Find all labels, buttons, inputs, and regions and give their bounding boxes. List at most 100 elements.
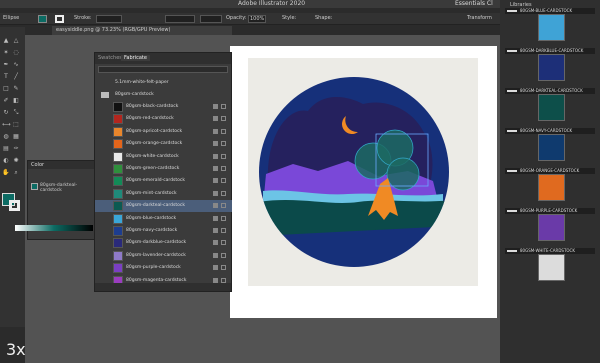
swatch-chip[interactable] — [113, 201, 123, 212]
global-swatch-icon — [213, 141, 218, 147]
swatch-row[interactable]: 80gsm-darkteal-cardstock — [95, 200, 232, 213]
process-color-icon — [221, 128, 226, 134]
current-color-chip[interactable] — [31, 183, 38, 190]
swatch-row[interactable]: 80gsm-apricot-cardstock — [95, 126, 232, 138]
tab-fabricate[interactable]: Fabricate — [121, 55, 150, 61]
tab-swatches[interactable]: Swatches — [98, 55, 122, 61]
scale-tool-icon[interactable]: ⤡ — [12, 109, 20, 116]
swatch-chip[interactable] — [113, 188, 123, 199]
swatch-chip[interactable] — [113, 102, 123, 112]
eyedropper-tool-icon[interactable]: ✑ — [12, 145, 20, 152]
swatch-chip[interactable] — [113, 226, 123, 236]
swatch-row[interactable]: 80gsm-black-cardstock — [95, 101, 232, 113]
color-spectrum-ramp[interactable] — [15, 225, 93, 231]
shape-builder-tool-icon[interactable]: ◍ — [2, 133, 10, 140]
library-item-thumbnail[interactable] — [538, 214, 565, 241]
swatch-chip[interactable] — [113, 238, 123, 249]
symbol-sprayer-tool-icon[interactable]: ✺ — [12, 157, 20, 164]
stroke-color-box[interactable] — [9, 200, 20, 211]
global-swatch-icon — [213, 178, 218, 184]
library-item-thumbnail[interactable] — [538, 54, 565, 81]
swatch-row[interactable]: 80gsm-emerald-cardstock — [95, 175, 232, 187]
global-swatch-icon — [213, 252, 218, 258]
line-tool-icon[interactable]: ╱ — [12, 73, 20, 80]
stroke-weight-field[interactable] — [96, 15, 122, 23]
library-item[interactable]: 80GSM-BLUE-CARDSTOCK — [505, 8, 595, 41]
process-color-icon — [221, 116, 226, 122]
process-color-icon — [221, 277, 226, 283]
transform-link[interactable]: Transform — [467, 15, 492, 21]
library-item[interactable]: 80GSM-PURPLE-CARDSTOCK — [505, 208, 595, 241]
global-swatch-icon — [213, 116, 218, 122]
swatch-row[interactable]: 80gsm-orange-cardstock — [95, 138, 232, 150]
library-item[interactable]: 80GSM-NAVY-CARDSTOCK — [505, 128, 595, 161]
swatch-group-felt[interactable]: 5.1mm-white-felt-paper — [95, 77, 232, 89]
brush-definition[interactable] — [200, 15, 222, 23]
library-item[interactable]: 80GSM-DARKTEAL-CARDSTOCK — [505, 88, 595, 121]
library-item-thumbnail[interactable] — [538, 94, 565, 121]
opacity-field[interactable]: 100% — [248, 15, 266, 23]
magic-wand-tool-icon[interactable]: ✶ — [2, 49, 10, 56]
global-swatch-icon — [213, 277, 218, 283]
width-tool-icon[interactable]: ⟷ — [2, 121, 11, 128]
swatch-row[interactable]: 80gsm-purple-cardstock — [95, 262, 232, 274]
lasso-tool-icon[interactable]: ◌ — [12, 49, 20, 56]
swatch-row[interactable]: 80gsm-blue-cardstock — [95, 213, 232, 225]
swatch-chip[interactable] — [113, 250, 123, 261]
swatch-chip[interactable] — [113, 139, 123, 150]
free-transform-tool-icon[interactable]: ⬚ — [12, 121, 20, 128]
perspective-grid-tool-icon[interactable]: ▦ — [12, 133, 20, 140]
swatch-folder[interactable]: 80gsm-cardstock — [95, 89, 232, 101]
type-tool-icon[interactable]: T — [2, 73, 10, 80]
eraser-tool-icon[interactable]: ◧ — [12, 97, 20, 104]
library-item[interactable]: 80GSM-WHITE-CARDSTOCK — [505, 248, 595, 281]
swatch-chip[interactable] — [113, 263, 123, 274]
document-tab[interactable]: easysiddle.png @ 73.23% (RGB/GPU Preview… — [52, 26, 232, 35]
variable-width-profile[interactable] — [165, 15, 195, 23]
swatch-chip[interactable] — [113, 176, 123, 187]
swatch-chip[interactable] — [113, 151, 123, 162]
selection-tool-icon[interactable]: ▲ — [2, 37, 10, 44]
swatch-chip[interactable] — [113, 126, 123, 137]
circle-illustration[interactable] — [248, 76, 460, 268]
swatch-row[interactable]: 80gsm-white-cardstock — [95, 151, 232, 163]
swatch-row[interactable]: 80gsm-green-cardstock — [95, 163, 232, 175]
library-item-label: 80GSM-WHITE-CARDSTOCK — [505, 248, 595, 254]
curvature-tool-icon[interactable]: ∿ — [12, 61, 20, 68]
library-item-thumbnail[interactable] — [538, 14, 565, 41]
swatch-folder-label: 80gsm-cardstock — [115, 92, 154, 97]
swatch-name: 80gsm-magenta-cardstock — [126, 277, 187, 283]
swatch-row[interactable]: 80gsm-darkblue-cardstock — [95, 237, 232, 249]
paintbrush-tool-icon[interactable]: ✎ — [12, 85, 20, 92]
workspace-switcher[interactable]: Essentials Cl — [455, 0, 493, 7]
swatch-row[interactable]: 80gsm-lavender-cardstock — [95, 250, 232, 262]
gradient-tool-icon[interactable]: ▤ — [2, 145, 10, 152]
zoom-tool-icon[interactable]: ⌕ — [12, 169, 20, 176]
pen-tool-icon[interactable]: ✒ — [2, 61, 10, 68]
library-item-thumbnail[interactable] — [538, 174, 565, 201]
swatch-search-field[interactable] — [98, 66, 228, 73]
hand-tool-icon[interactable]: ✋ — [2, 169, 10, 176]
swatch-row[interactable]: 80gsm-red-cardstock — [95, 113, 232, 125]
global-swatch-icon — [213, 153, 218, 159]
fill-swatch[interactable] — [38, 15, 47, 23]
swatch-chip[interactable] — [113, 114, 123, 125]
rectangle-tool-icon[interactable]: □ — [2, 85, 10, 92]
process-color-icon — [221, 215, 226, 221]
playback-speed-label: 3x — [6, 340, 26, 359]
library-item[interactable]: 80GSM-ORANGE-CARDSTOCK — [505, 168, 595, 201]
rotate-tool-icon[interactable]: ↻ — [2, 109, 10, 116]
swatch-row[interactable]: 80gsm-mint-cardstock — [95, 188, 232, 200]
blend-tool-icon[interactable]: ◐ — [2, 157, 10, 164]
swatch-name: 80gsm-darkteal-cardstock — [126, 203, 185, 209]
shaper-tool-icon[interactable]: ✐ — [2, 97, 10, 104]
library-item-thumbnail[interactable] — [538, 134, 565, 161]
direct-selection-tool-icon[interactable]: △ — [12, 37, 20, 44]
swatch-chip[interactable] — [113, 213, 123, 224]
stroke-swatch[interactable] — [55, 15, 64, 23]
swatch-row[interactable]: 80gsm-navy-cardstock — [95, 225, 232, 237]
global-swatch-icon — [213, 215, 218, 221]
library-item[interactable]: 80GSM-DARKBLUE-CARDSTOCK — [505, 48, 595, 81]
swatch-chip[interactable] — [113, 164, 123, 174]
library-item-thumbnail[interactable] — [538, 254, 565, 281]
